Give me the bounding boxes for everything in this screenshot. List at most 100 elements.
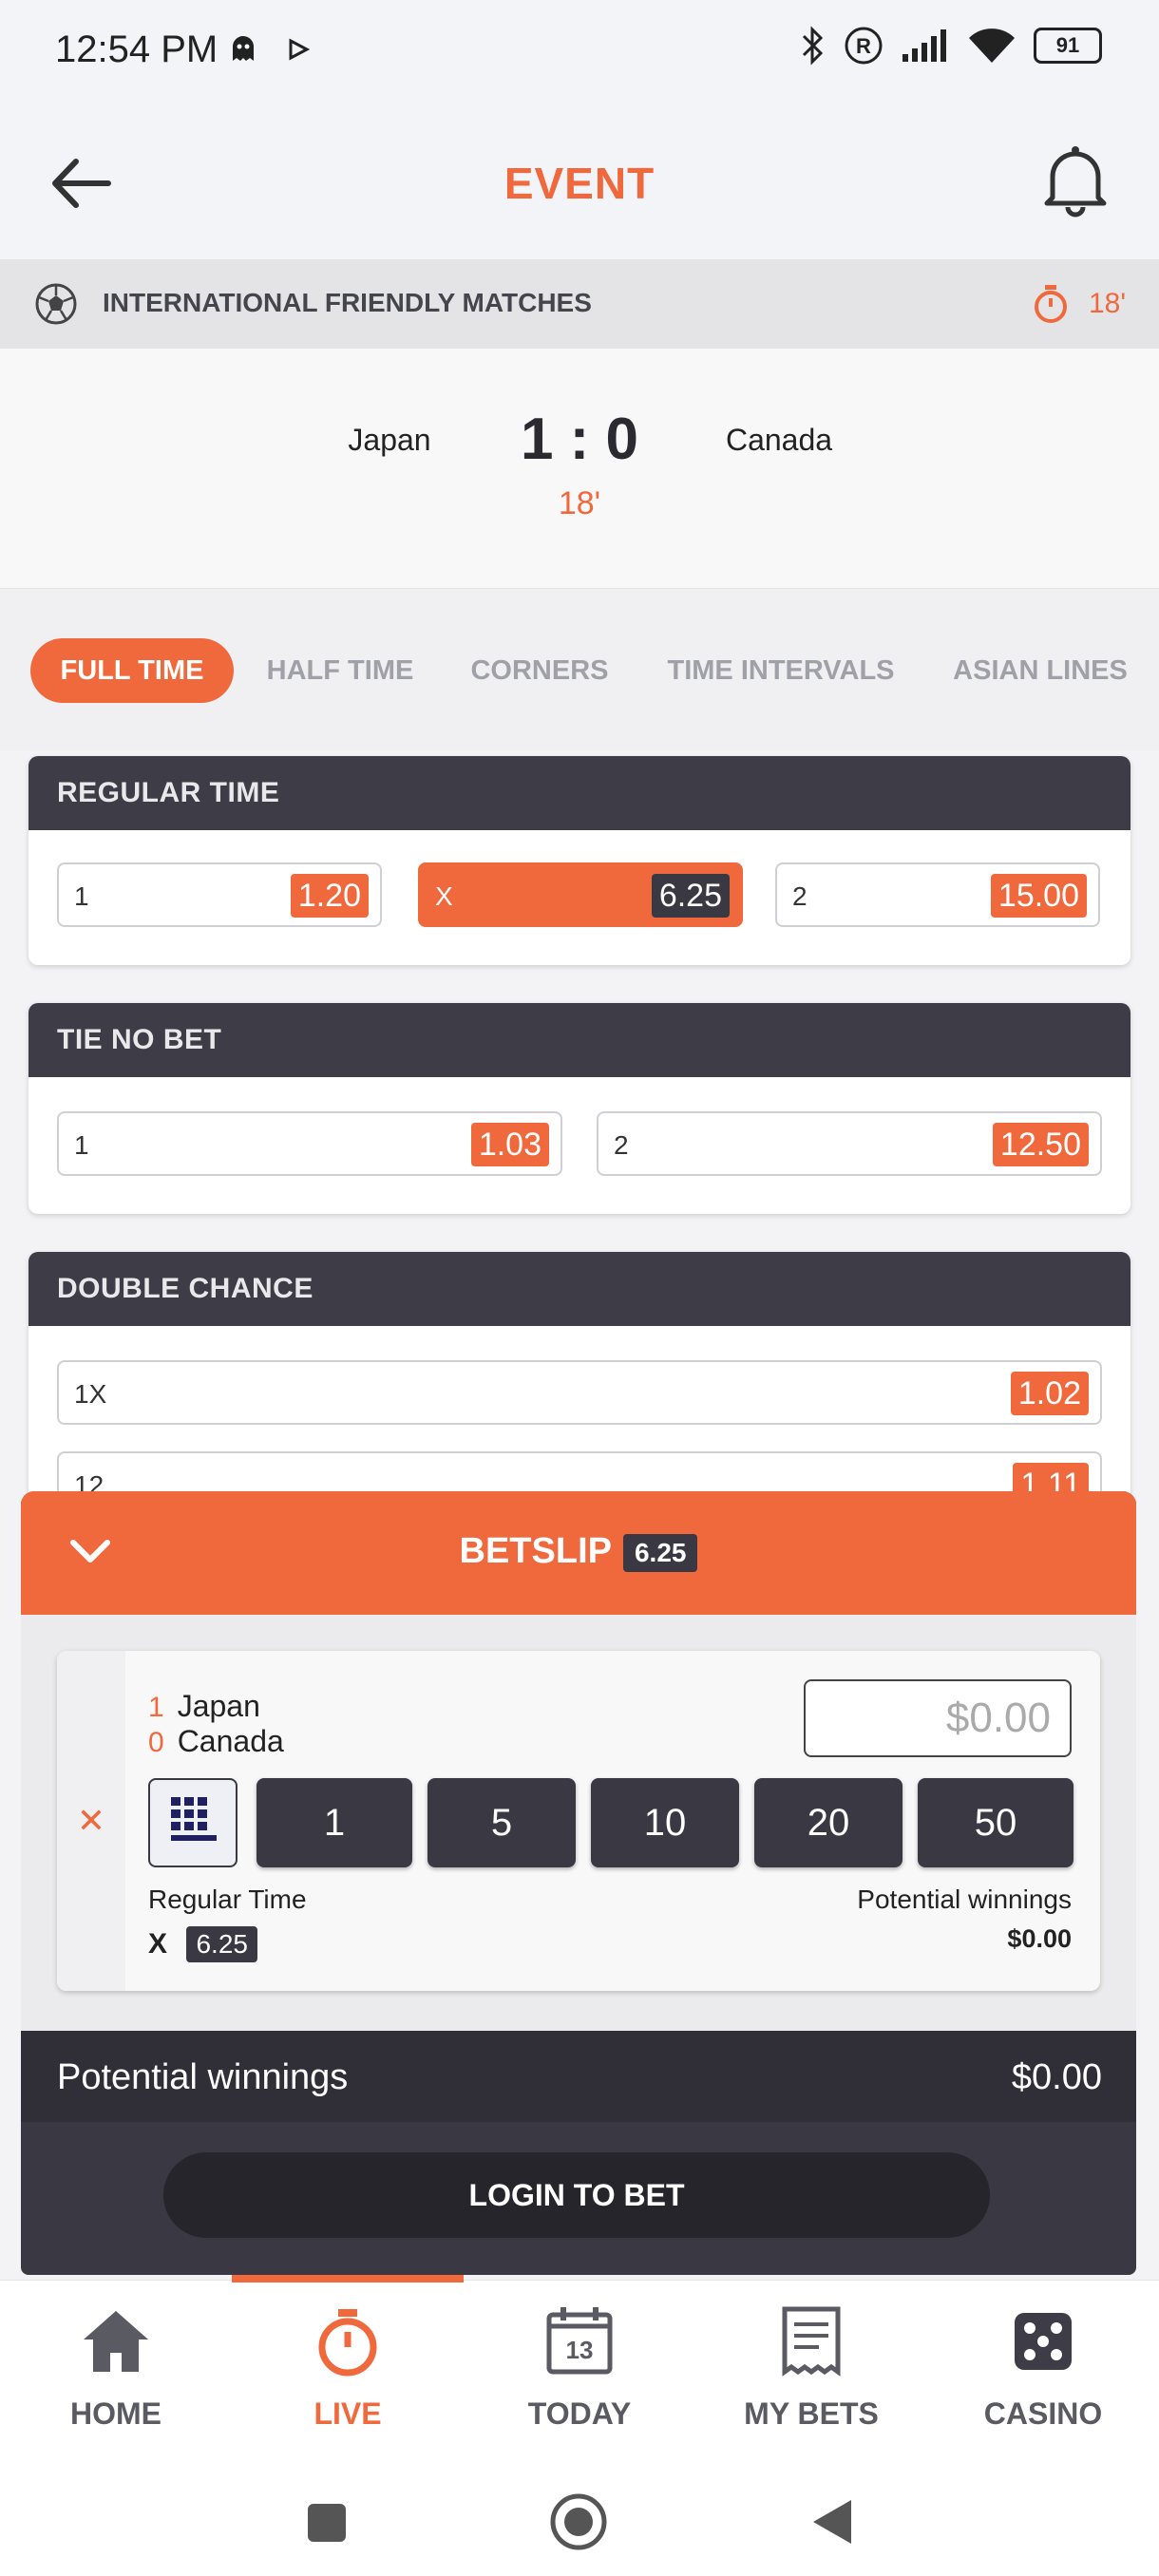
match-minute: 18' (558, 485, 601, 521)
status-icons: R 91 (798, 25, 1102, 66)
home-icon (84, 2311, 148, 2372)
stake-input[interactable]: $0.00 (804, 1679, 1072, 1757)
odd-label: X (435, 881, 453, 911)
selection-pick-row: X 6.25 (148, 1926, 257, 1962)
match-score: 1 : 0 (520, 407, 639, 472)
betslip-header[interactable]: BETSLIP 6.25 (21, 1491, 1136, 1615)
keypad-button[interactable] (148, 1778, 238, 1867)
potential-winnings-value: $0.00 (1011, 2057, 1102, 2097)
odd-value: 1.03 (470, 1123, 549, 1166)
nav-my-bets[interactable]: MY BETS (695, 2281, 927, 2461)
play-store-icon (289, 38, 310, 61)
nav-casino[interactable]: CASINO (927, 2281, 1159, 2461)
nav-label: CASINO (983, 2396, 1103, 2431)
soccer-ball-icon (35, 283, 77, 325)
odd-button-2[interactable]: 2 12.50 (597, 1111, 1102, 1176)
odd-value: 15.00 (990, 874, 1087, 918)
stopwatch-icon (1035, 285, 1067, 323)
status-bar: 12:54 PM R 91 (0, 0, 1159, 103)
selection-teams: 1 Japan 0 Canada (148, 1689, 284, 1759)
odd-label: 1 (74, 1130, 89, 1160)
system-navigation-bar (0, 2460, 1159, 2576)
odd-label: 2 (792, 881, 808, 911)
tab-half-time[interactable]: HALF TIME (256, 638, 424, 703)
home-circle-icon[interactable] (549, 2492, 608, 2551)
quick-stake-1[interactable]: 1 (256, 1778, 412, 1867)
odd-label: 2 (614, 1130, 629, 1160)
odd-button-x[interactable]: X 6.25 (418, 862, 743, 927)
selection-odds: 6.25 (186, 1926, 257, 1962)
signal-icon (902, 29, 946, 62)
away-team: Canada (177, 1724, 284, 1758)
login-to-bet-button[interactable]: LOGIN TO BET (163, 2152, 990, 2238)
scoreboard: Japan 1 : 0 Canada 18' (0, 349, 1159, 589)
battery-indicator: 91 (1034, 28, 1102, 64)
registered-icon: R (845, 27, 883, 65)
remove-selection-button[interactable]: ✕ (57, 1651, 125, 1991)
nav-live[interactable]: LIVE (232, 2275, 464, 2461)
tab-time-intervals[interactable]: TIME INTERVALS (656, 638, 906, 703)
away-score: 0 (148, 1727, 164, 1758)
tab-asian-lines[interactable]: ASIAN LINES (940, 638, 1140, 703)
tab-corners[interactable]: CORNERS (462, 638, 618, 703)
dice-icon (1015, 2313, 1072, 2370)
market-title: DOUBLE CHANCE (28, 1252, 1130, 1326)
nav-label: TODAY (527, 2396, 632, 2431)
tab-full-time[interactable]: FULL TIME (30, 638, 234, 703)
receipt-icon (782, 2306, 841, 2377)
league-minute: 18' (1089, 288, 1127, 319)
betslip-title: BETSLIP (459, 1531, 612, 1571)
odd-button-1[interactable]: 1 1.03 (57, 1111, 562, 1176)
quick-stake-10[interactable]: 10 (591, 1778, 739, 1867)
odd-button-2[interactable]: 2 15.00 (775, 862, 1100, 927)
wifi-icon (969, 28, 1015, 63)
odd-label: 1 (74, 881, 89, 911)
quick-stake-5[interactable]: 5 (428, 1778, 576, 1867)
away-team: Canada (725, 423, 833, 457)
odd-value: 1.20 (290, 874, 369, 918)
back-triangle-icon[interactable] (809, 2498, 853, 2546)
selection-pw-value: $0.00 (1007, 1924, 1072, 1953)
market-title: REGULAR TIME (28, 756, 1130, 830)
app-header: EVENT (0, 103, 1159, 260)
ghost-icon (233, 36, 254, 61)
recent-apps-icon[interactable] (306, 2502, 348, 2544)
stopwatch-icon (318, 2309, 377, 2377)
svg-text:R: R (856, 34, 871, 58)
odd-button-1[interactable]: 1 1.20 (57, 862, 382, 927)
home-team: Japan (348, 423, 431, 457)
calendar-day: 13 (565, 2336, 594, 2364)
selection-pick: X (148, 1928, 168, 1960)
quick-stake-50[interactable]: 50 (918, 1778, 1074, 1867)
betslip-panel: BETSLIP 6.25 ✕ 1 Japan 0 Canada $0.00 1 … (21, 1491, 1136, 2275)
league-name: INTERNATIONAL FRIENDLY MATCHES (103, 288, 592, 317)
market-tie-no-bet: TIE NO BET 1 1.03 2 12.50 (28, 1003, 1130, 1214)
betslip-title-row: BETSLIP 6.25 (21, 1531, 1136, 1572)
odd-value: 1.02 (1010, 1372, 1089, 1415)
selection-pw-label: Potential winnings (857, 1885, 1072, 1914)
bluetooth-icon (802, 26, 824, 66)
keypad-icon (171, 1797, 217, 1841)
market-regular-time: REGULAR TIME 1 1.20 X 6.25 2 15.00 (28, 756, 1130, 965)
home-team: Japan (177, 1689, 260, 1723)
betslip-body: ✕ 1 Japan 0 Canada $0.00 1 5 10 20 50 Re… (21, 1615, 1136, 2031)
home-score: 1 (148, 1692, 164, 1723)
quick-stake-20[interactable]: 20 (754, 1778, 902, 1867)
odd-value: 12.50 (992, 1123, 1089, 1166)
odd-button-1x[interactable]: 1X 1.02 (57, 1360, 1102, 1425)
league-bar: INTERNATIONAL FRIENDLY MATCHES 18' (0, 259, 1159, 349)
market-title: TIE NO BET (28, 1003, 1130, 1077)
nav-label: MY BETS (744, 2396, 879, 2431)
market-tabs: FULL TIME HALF TIME CORNERS TIME INTERVA… (0, 589, 1159, 750)
odd-value: 6.25 (651, 874, 730, 918)
bottom-navigation: HOME LIVE 13 TODAY MY BETS CASINO (0, 2275, 1159, 2461)
status-time: 12:54 PM (55, 28, 218, 70)
potential-winnings-label: Potential winnings (57, 2057, 349, 2097)
nav-today[interactable]: 13 TODAY (464, 2281, 695, 2461)
nav-label: HOME (70, 2396, 162, 2431)
nav-home[interactable]: HOME (0, 2281, 232, 2461)
active-indicator (232, 2275, 464, 2282)
bell-icon[interactable] (1039, 142, 1112, 218)
betslip-total-odds: 6.25 (622, 1533, 698, 1572)
selection-market: Regular Time (148, 1885, 307, 1914)
